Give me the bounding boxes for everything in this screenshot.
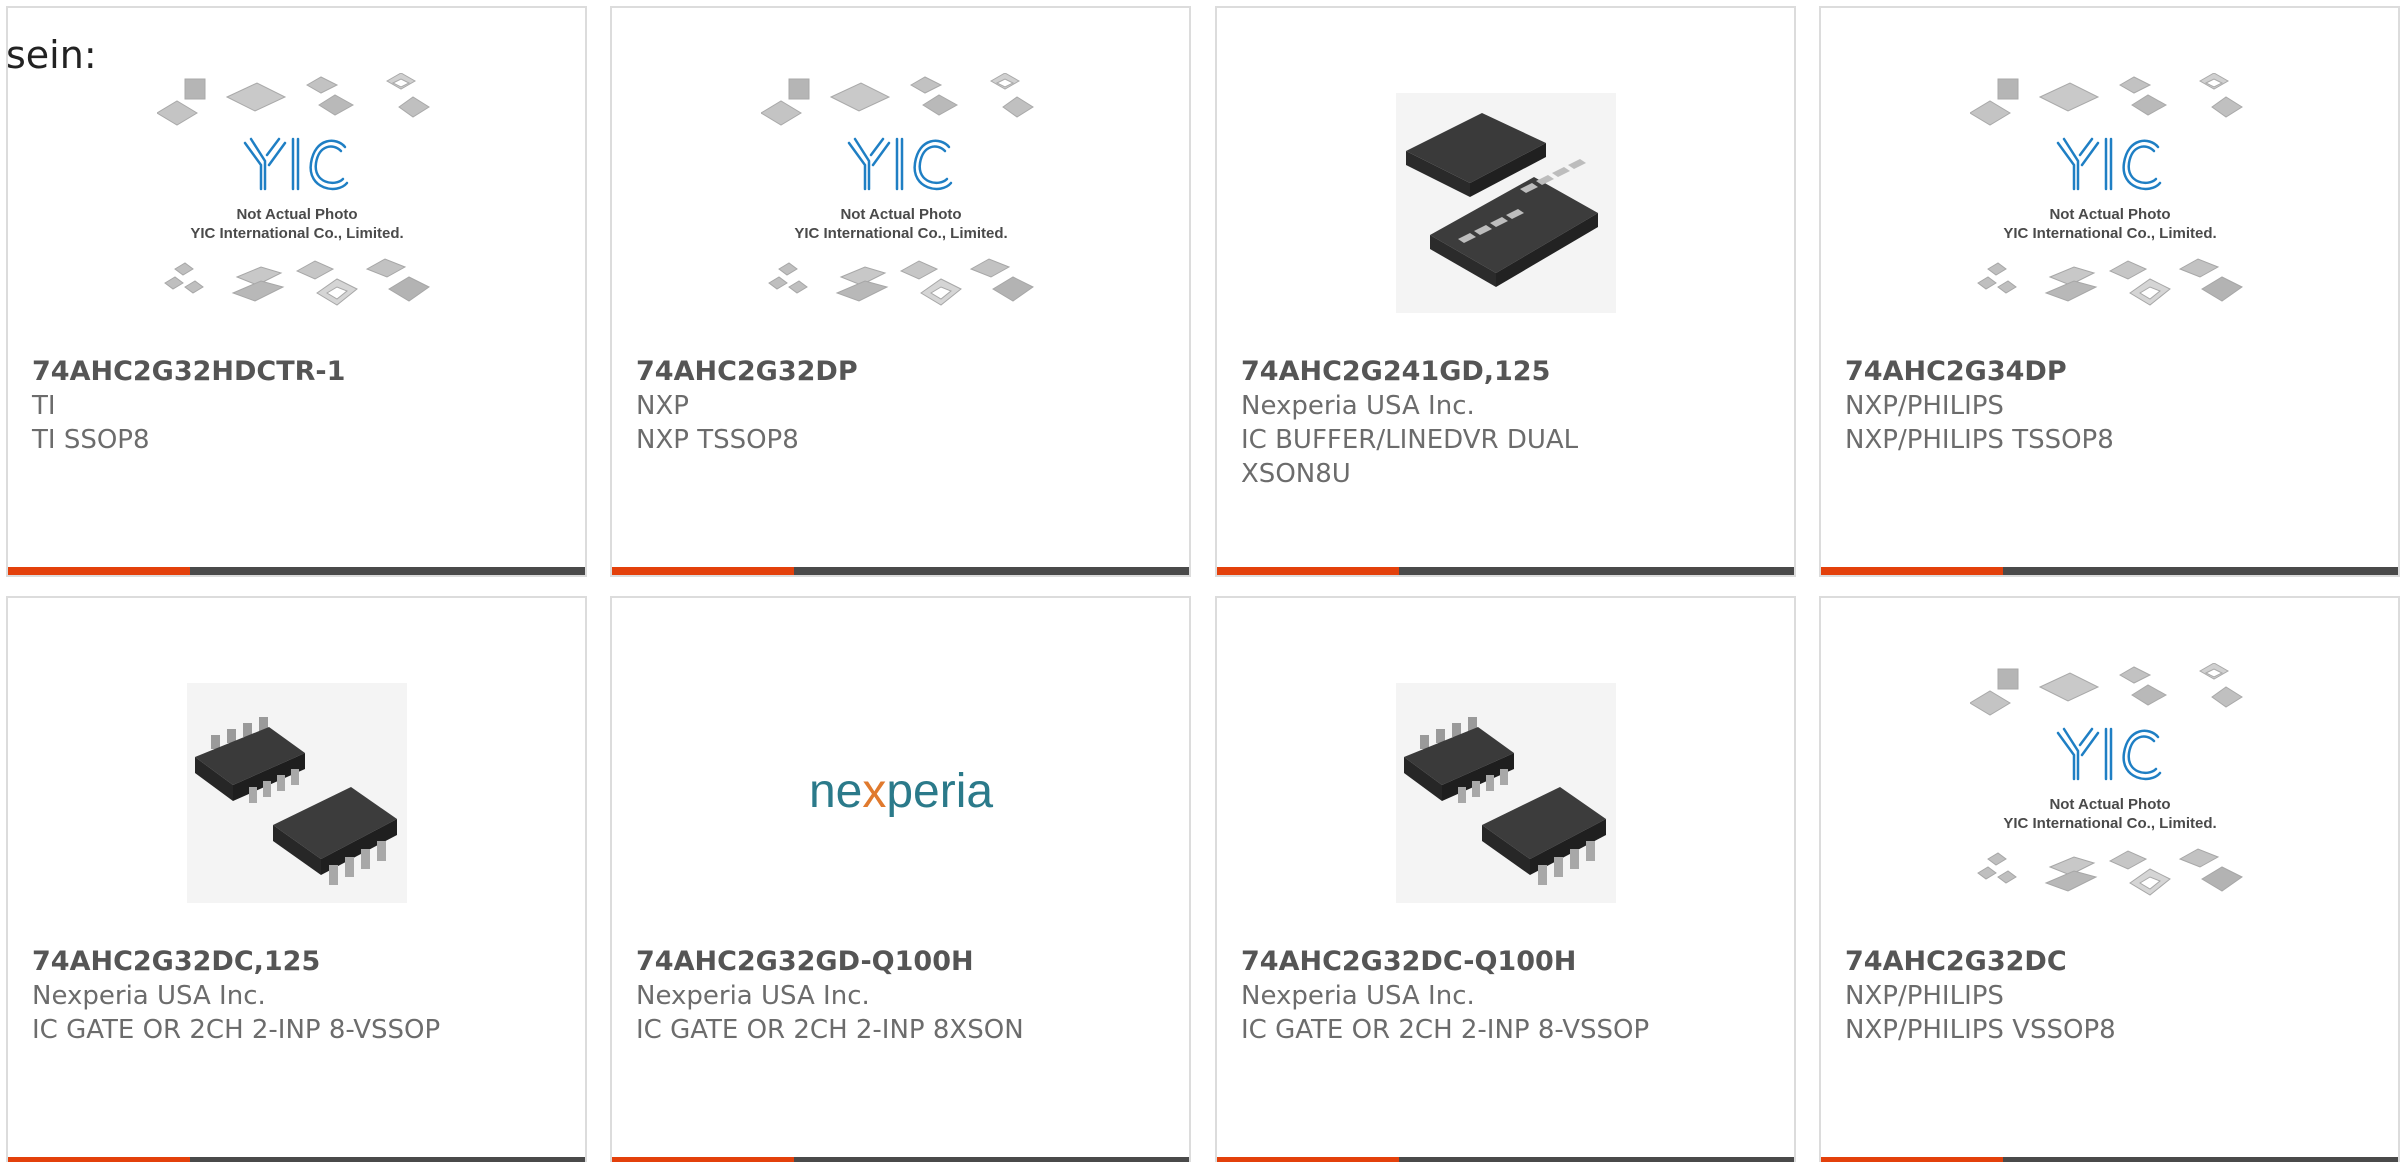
product-info: 74AHC2G32DP NXP NXP TSSOP8 [636,355,1169,457]
part-number[interactable]: 74AHC2G241GD,125 [1241,355,1774,389]
yic-placeholder-icon: Not Actual Photo YIC International Co., … [1969,663,2243,896]
product-card[interactable]: Not Actual Photo YIC International Co., … [1819,6,2400,577]
accent-bar [8,1157,190,1162]
product-info: 74AHC2G241GD,125 Nexperia USA Inc. IC BU… [1241,355,1774,491]
description: IC BUFFER/LINEDVR DUAL XSON8U [1241,425,1579,489]
yic-company-label: YIC International Co., Limited. [190,225,403,242]
part-number[interactable]: 74AHC2G32HDCTR-1 [32,355,565,389]
yic-company-label: YIC International Co., Limited. [794,225,1007,242]
product-card[interactable]: 74AHC2G241GD,125 Nexperia USA Inc. IC BU… [1215,6,1796,577]
accent-bar [1821,567,2003,575]
product-image: Not Actual Photo YIC International Co., … [1821,648,2398,938]
xson-chip-icon [1395,93,1616,313]
card-bottom-bar [8,567,585,575]
description: IC GATE OR 2CH 2-INP 8XSON [636,1015,1024,1045]
manufacturer: Nexperia USA Inc. [1241,391,1475,421]
product-grid: sein: Not Actual Photo YIC International… [0,0,2400,1162]
product-image: Not Actual Photo YIC International Co., … [612,58,1189,348]
product-info: 74AHC2G32HDCTR-1 TI TI SSOP8 [32,355,565,457]
description: IC GATE OR 2CH 2-INP 8-VSSOP [1241,1015,1650,1045]
card-bottom-bar [612,1157,1189,1162]
card-bottom-bar [1821,1157,2398,1162]
product-card[interactable]: nexperia 74AHC2G32GD-Q100H Nexperia USA … [610,596,1191,1162]
part-number[interactable]: 74AHC2G32DC-Q100H [1241,945,1774,979]
vssop-chip-icon [1395,683,1616,903]
accent-bar [1217,567,1399,575]
nexperia-logo: nexperia [808,765,992,818]
description: IC GATE OR 2CH 2-INP 8-VSSOP [32,1015,441,1045]
product-card[interactable]: 74AHC2G32DC,125 Nexperia USA Inc. IC GAT… [6,596,587,1162]
product-image: Not Actual Photo YIC International Co., … [8,58,585,348]
card-bottom-bar [1821,567,2398,575]
part-number[interactable]: 74AHC2G32DP [636,355,1169,389]
accent-bar [612,1157,794,1162]
not-actual-photo-label: Not Actual Photo [236,206,357,223]
product-card[interactable]: Not Actual Photo YIC International Co., … [1819,596,2400,1162]
manufacturer: NXP/PHILIPS [1845,981,2004,1011]
nexperia-wordmark: nexperia [808,765,992,818]
card-bottom-bar [1217,567,1794,575]
accent-bar [1217,1157,1399,1162]
vssop-chip-icon [186,683,407,903]
accent-bar [612,567,794,575]
manufacturer: Nexperia USA Inc. [32,981,266,1011]
yic-placeholder-icon: Not Actual Photo YIC International Co., … [760,73,1034,306]
card-bottom-bar [612,567,1189,575]
not-actual-photo-label: Not Actual Photo [2049,796,2170,813]
accent-bar [1821,1157,2003,1162]
description: NXP/PHILIPS VSSOP8 [1845,1015,2116,1045]
not-actual-photo-label: Not Actual Photo [2049,206,2170,223]
yic-placeholder-icon: Not Actual Photo YIC International Co., … [1969,73,2243,306]
manufacturer: NXP/PHILIPS [1845,391,2004,421]
manufacturer: NXP [636,391,689,421]
heading-fragment: sein: [6,33,97,77]
card-bottom-bar [8,1157,585,1162]
product-image [1217,648,1794,938]
product-image [8,648,585,938]
not-actual-photo-label: Not Actual Photo [840,206,961,223]
part-number[interactable]: 74AHC2G32GD-Q100H [636,945,1169,979]
product-image [1217,58,1794,348]
yic-company-label: YIC International Co., Limited. [2003,815,2216,832]
part-number[interactable]: 74AHC2G32DC [1845,945,2378,979]
description: TI SSOP8 [32,425,150,455]
manufacturer: TI [32,391,56,421]
description: NXP TSSOP8 [636,425,799,455]
part-number[interactable]: 74AHC2G32DC,125 [32,945,565,979]
product-card[interactable]: Not Actual Photo YIC International Co., … [610,6,1191,577]
product-info: 74AHC2G32DC NXP/PHILIPS NXP/PHILIPS VSSO… [1845,945,2378,1047]
product-card[interactable]: Not Actual Photo YIC International Co., … [6,6,587,577]
yic-placeholder-icon: Not Actual Photo YIC International Co., … [156,73,430,306]
manufacturer: Nexperia USA Inc. [636,981,870,1011]
product-image: Not Actual Photo YIC International Co., … [1821,58,2398,348]
product-info: 74AHC2G34DP NXP/PHILIPS NXP/PHILIPS TSSO… [1845,355,2378,457]
product-info: 74AHC2G32GD-Q100H Nexperia USA Inc. IC G… [636,945,1169,1047]
description: NXP/PHILIPS TSSOP8 [1845,425,2114,455]
product-info: 74AHC2G32DC-Q100H Nexperia USA Inc. IC G… [1241,945,1774,1047]
product-image: nexperia [612,648,1189,938]
card-bottom-bar [1217,1157,1794,1162]
part-number[interactable]: 74AHC2G34DP [1845,355,2378,389]
product-info: 74AHC2G32DC,125 Nexperia USA Inc. IC GAT… [32,945,565,1047]
manufacturer: Nexperia USA Inc. [1241,981,1475,1011]
product-card[interactable]: 74AHC2G32DC-Q100H Nexperia USA Inc. IC G… [1215,596,1796,1162]
yic-company-label: YIC International Co., Limited. [2003,225,2216,242]
accent-bar [8,567,190,575]
